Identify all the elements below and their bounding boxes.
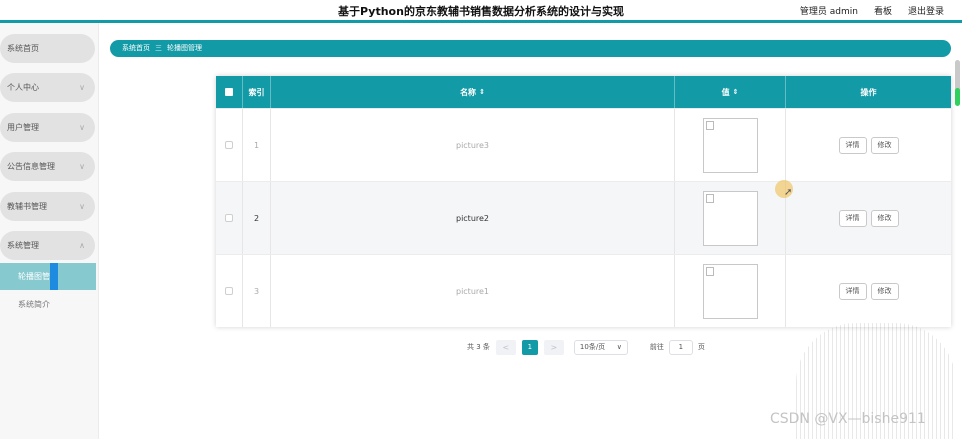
row-value-cell <box>675 255 786 327</box>
breadcrumb-separator: 三 <box>155 44 162 52</box>
breadcrumb-home[interactable]: 系统首页 <box>122 44 150 52</box>
row-select-cell <box>216 255 243 327</box>
header-name-label: 名称 <box>460 87 477 97</box>
sort-icon[interactable]: ⇕ <box>733 88 739 96</box>
table-row: 3 picture1 详情 修改 <box>216 254 951 327</box>
sidebar: 系统首页 个人中心 ∨ 用户管理 ∨ 公告信息管理 ∨ 教辅书管理 ∨ 系统管理 ∧ 轮播… <box>0 23 99 439</box>
table-row: 1 picture3 详情 修改 <box>216 108 951 181</box>
watermark-text: CSDN @VX—bishe911 <box>770 411 926 427</box>
header-actions-label: 操作 <box>860 87 877 97</box>
chevron-up-icon: ∧ <box>79 241 85 250</box>
prev-page-button[interactable]: < <box>495 339 516 355</box>
row-select-cell <box>216 182 243 254</box>
row-checkbox[interactable] <box>225 141 233 149</box>
row-select-cell <box>216 109 243 181</box>
header-index-label: 索引 <box>248 87 265 97</box>
header-select-cell <box>216 76 243 108</box>
row-actions: 详情 修改 <box>786 109 951 181</box>
select-all-checkbox[interactable] <box>225 88 233 96</box>
row-index: 1 <box>243 109 271 181</box>
admin-user-link[interactable]: 管理员 admin <box>800 4 858 17</box>
sidebar-item-home[interactable]: 系统首页 <box>0 34 95 63</box>
row-name: picture2 <box>271 182 675 254</box>
sidebar-item-label: 公告信息管理 <box>7 162 55 171</box>
sidebar-item-label: 系统首页 <box>7 44 39 53</box>
header-index: 索引 <box>243 76 271 108</box>
sidebar-subitem-label: 系统简介 <box>18 300 50 309</box>
data-table: 索引 名称 ⇕ 值 ⇕ 操作 1 picture3 详情 修改 2 picture2 … <box>216 76 951 327</box>
current-page-button[interactable]: 1 <box>521 339 538 355</box>
row-name: picture1 <box>271 255 675 327</box>
chevron-down-icon: ∨ <box>79 162 85 171</box>
row-checkbox[interactable] <box>225 214 233 222</box>
breadcrumb-current: 轮播图管理 <box>167 44 202 52</box>
chevron-down-icon: ∨ <box>79 83 85 92</box>
sidebar-item-profile[interactable]: 个人中心 ∨ <box>0 73 95 102</box>
row-checkbox[interactable] <box>225 287 233 295</box>
mouse-cursor-icon: ➚ <box>784 187 793 198</box>
row-name: picture3 <box>271 109 675 181</box>
chevron-down-icon: ∨ <box>79 123 85 132</box>
image-thumbnail <box>702 190 758 246</box>
edit-button[interactable]: 修改 <box>870 282 899 300</box>
scroll-indicator <box>955 88 960 106</box>
header-actions: 操作 <box>786 76 951 108</box>
sidebar-item-books[interactable]: 教辅书管理 ∨ <box>0 192 95 221</box>
detail-button[interactable]: 详情 <box>838 136 867 154</box>
goto-label: 前往 <box>649 343 664 351</box>
edit-button[interactable]: 修改 <box>870 209 899 227</box>
broken-image-icon <box>705 120 714 130</box>
sidebar-item-label: 用户管理 <box>7 123 39 132</box>
sidebar-item-label: 系统管理 <box>7 241 39 250</box>
page-unit-label: 页 <box>697 343 705 351</box>
broken-image-icon <box>705 266 714 276</box>
pagination: 共 3 条 < 1 > 10条/页 ∨ 前往 1 页 <box>467 339 705 355</box>
sort-icon[interactable]: ⇕ <box>479 88 485 96</box>
active-highlight-bar <box>50 263 58 290</box>
row-value-cell <box>675 182 786 254</box>
row-index: 2 <box>243 182 271 254</box>
top-bar: 基于Python的京东教辅书销售数据分析系统的设计与实现 管理员 admin 看… <box>0 0 962 20</box>
row-actions: 详情 修改 <box>786 182 951 254</box>
goto-page-input[interactable]: 1 <box>668 339 693 355</box>
row-value-cell <box>675 109 786 181</box>
logout-link[interactable]: 退出登录 <box>908 4 944 17</box>
edit-button[interactable]: 修改 <box>870 136 899 154</box>
page-size-value: 10条/页 <box>579 343 606 351</box>
broken-image-icon <box>705 193 714 203</box>
sidebar-item-announcements[interactable]: 公告信息管理 ∨ <box>0 152 95 181</box>
sidebar-subitem-intro[interactable]: 系统简介 <box>0 291 96 318</box>
header-name[interactable]: 名称 ⇕ <box>271 76 675 108</box>
row-index: 3 <box>243 255 271 327</box>
chevron-down-icon: ∨ <box>79 202 85 211</box>
sidebar-item-label: 教辅书管理 <box>7 202 47 211</box>
header-value-label: 值 <box>721 87 730 97</box>
header-value[interactable]: 值 ⇕ <box>675 76 786 108</box>
pagination-total: 共 3 条 <box>467 343 490 351</box>
chevron-down-icon: ∨ <box>616 343 622 351</box>
sidebar-item-users[interactable]: 用户管理 ∨ <box>0 113 95 142</box>
image-thumbnail <box>702 117 758 173</box>
dashboard-link[interactable]: 看板 <box>874 4 892 17</box>
detail-button[interactable]: 详情 <box>838 282 867 300</box>
image-thumbnail <box>702 263 758 319</box>
detail-button[interactable]: 详情 <box>838 209 867 227</box>
page-size-select[interactable]: 10条/页 ∨ <box>573 339 628 355</box>
next-page-button[interactable]: > <box>543 339 564 355</box>
table-header: 索引 名称 ⇕ 值 ⇕ 操作 <box>216 76 951 108</box>
row-actions: 详情 修改 <box>786 255 951 327</box>
top-nav: 管理员 admin 看板 退出登录 <box>800 4 944 17</box>
header-accent-line <box>0 20 962 23</box>
sidebar-item-label: 个人中心 <box>7 83 39 92</box>
sidebar-item-system[interactable]: 系统管理 ∧ <box>0 231 95 260</box>
breadcrumb: 系统首页三轮播图管理 <box>110 40 951 57</box>
sidebar-subitem-carousel[interactable]: 轮播图管理 <box>0 263 96 290</box>
table-row: 2 picture2 详情 修改 <box>216 181 951 254</box>
